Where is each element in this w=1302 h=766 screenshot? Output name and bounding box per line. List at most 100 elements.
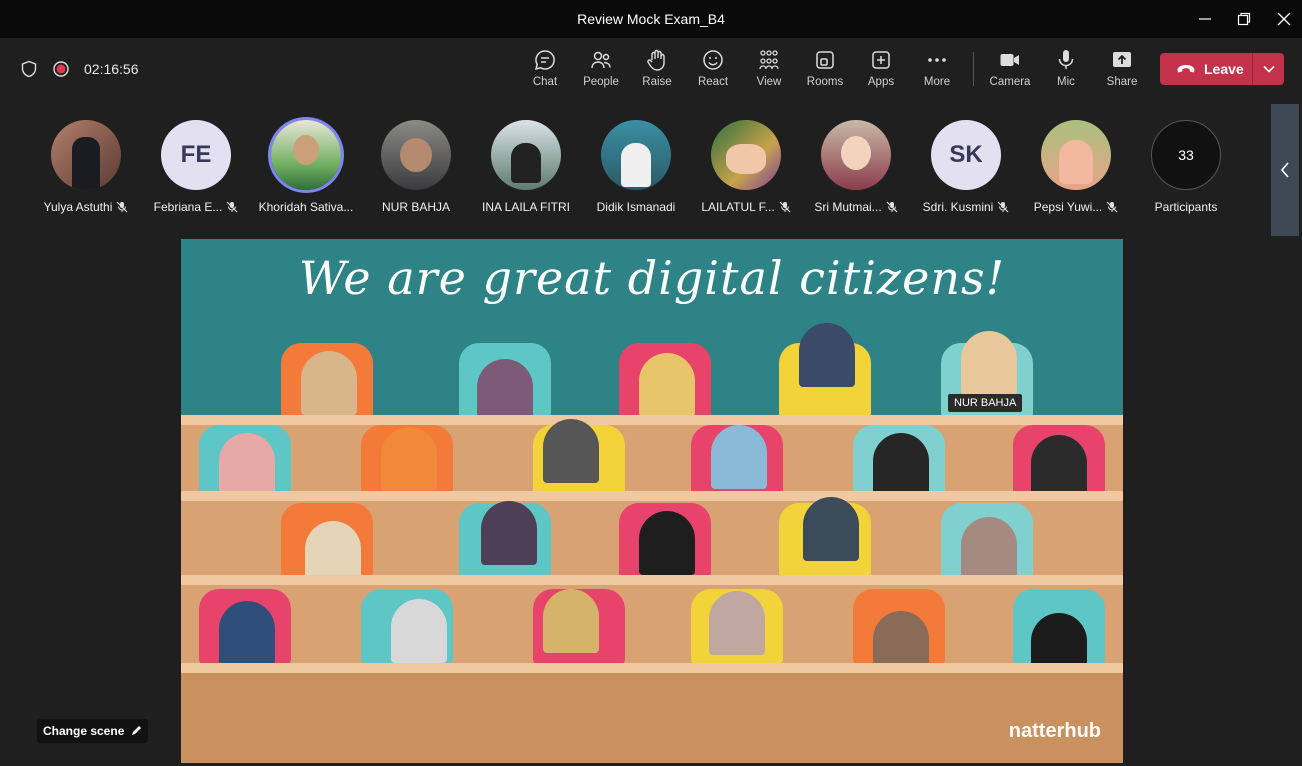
restore-icon: [1237, 12, 1251, 26]
participant-video: [477, 359, 533, 423]
close-button[interactable]: [1273, 8, 1295, 30]
participant-name: Didik Ismanadi: [596, 200, 676, 214]
camera-icon: [1000, 54, 1019, 66]
avatar: [271, 120, 341, 190]
bench-rail: [181, 663, 1123, 673]
chat-button[interactable]: Chat: [517, 48, 573, 96]
avatar: [1041, 120, 1111, 190]
view-button[interactable]: View: [741, 48, 797, 96]
participant-tile[interactable]: LAILATUL F...: [692, 120, 800, 214]
mic-icon: [1058, 50, 1074, 69]
hang-up-icon: [1177, 65, 1195, 73]
pencil-icon: [132, 726, 142, 735]
participant-strip: Yulya Astuthi FE Febriana E... Khoridah …: [0, 100, 1302, 240]
participant-tile[interactable]: FE Febriana E...: [142, 120, 250, 214]
avatar: [711, 120, 781, 190]
avatar: [821, 120, 891, 190]
participant-video: [543, 589, 599, 653]
bench-rail: [181, 575, 1123, 585]
meeting-timer: 02:16:56: [84, 61, 139, 77]
participant-tile[interactable]: Yulya Astuthi: [32, 120, 140, 214]
participant-video: [799, 323, 855, 387]
mic-off-icon: [779, 201, 791, 213]
participant-tile[interactable]: Pepsi Yuwi...: [1022, 120, 1130, 214]
participant-name: INA LAILA FITRI: [481, 200, 571, 214]
participant-video: [1031, 435, 1087, 499]
participant-name: NUR BAHJA: [381, 200, 450, 214]
strip-collapse-button[interactable]: [1271, 104, 1299, 236]
together-mode-stage: We are great digital citizens! NUR BAHJA…: [181, 239, 1123, 763]
participant-tile[interactable]: Didik Ismanadi: [582, 120, 690, 214]
participant-name: LAILATUL F...: [701, 200, 775, 214]
natterhub-logo: natterhub: [1008, 720, 1101, 742]
chevron-left-icon: [1280, 162, 1289, 178]
participant-tile[interactable]: NUR BAHJA: [362, 120, 470, 214]
change-scene-button[interactable]: Change scene: [37, 719, 149, 743]
more-button[interactable]: More: [909, 48, 965, 96]
close-icon: [1277, 12, 1291, 26]
title-bar: Review Mock Exam_B4: [0, 0, 1302, 38]
toolbar-divider: [973, 52, 974, 86]
people-icon: [591, 51, 611, 69]
meeting-toolbar: 02:16:56 Chat People Raise React View Ro…: [0, 38, 1302, 100]
participant-video: [711, 425, 767, 489]
view-icon: [759, 50, 779, 70]
avatar: [491, 120, 561, 190]
participant-name: Pepsi Yuwi...: [1033, 200, 1103, 214]
minimize-icon: [1199, 18, 1211, 20]
raise-hand-button[interactable]: Raise: [629, 48, 685, 96]
scene-headline: We are great digital citizens!: [298, 251, 1006, 305]
participant-tile[interactable]: Sri Mutmai...: [802, 120, 910, 214]
apps-button[interactable]: Apps: [853, 48, 909, 96]
avatar: SK: [931, 120, 1001, 190]
rooms-button[interactable]: Rooms: [797, 48, 853, 96]
mic-button[interactable]: Mic: [1038, 48, 1094, 96]
mic-off-icon: [226, 201, 238, 213]
participant-video: [709, 591, 765, 655]
participant-name: Febriana E...: [153, 200, 223, 214]
raise-hand-icon: [647, 49, 665, 71]
participant-name: Yulya Astuthi: [43, 200, 113, 214]
participant-tile[interactable]: INA LAILA FITRI: [472, 120, 580, 214]
avatar: [381, 120, 451, 190]
participant-name-tag: NUR BAHJA: [948, 394, 1023, 412]
leave-button[interactable]: Leave: [1160, 53, 1284, 85]
participant-video: [219, 433, 275, 497]
participant-tile[interactable]: Khoridah Sativa...: [252, 120, 360, 214]
participant-video: [639, 511, 695, 575]
maximize-button[interactable]: [1233, 8, 1255, 30]
people-button[interactable]: People: [573, 48, 629, 96]
change-scene-label: Change scene: [43, 724, 125, 738]
window-title: Review Mock Exam_B4: [577, 11, 725, 27]
recording-icon: [53, 61, 69, 77]
react-icon: [703, 50, 723, 70]
participant-video: [961, 331, 1017, 395]
avatar: [51, 120, 121, 190]
participant-tile[interactable]: SK Sdri. Kusmini: [912, 120, 1020, 214]
avatar: FE: [161, 120, 231, 190]
bench-rail: [181, 415, 1123, 425]
mic-off-icon: [997, 201, 1009, 213]
apps-icon: [872, 51, 890, 69]
participant-video: [873, 433, 929, 497]
participant-video: [219, 601, 275, 665]
camera-button[interactable]: Camera: [982, 48, 1038, 96]
leave-options-button[interactable]: [1252, 53, 1284, 85]
participant-name: Sdri. Kusmini: [922, 200, 994, 214]
mic-off-icon: [1106, 201, 1118, 213]
react-button[interactable]: React: [685, 48, 741, 96]
share-icon: [1113, 52, 1131, 67]
bench-tier: [181, 585, 1123, 671]
participants-button[interactable]: 33 Participants: [1132, 120, 1240, 214]
minimize-button[interactable]: [1194, 8, 1216, 30]
participant-video: [381, 427, 437, 491]
share-button[interactable]: Share: [1094, 48, 1150, 96]
participant-video: [391, 599, 447, 663]
more-icon: [928, 58, 946, 62]
rooms-icon: [816, 51, 834, 69]
participant-video: [481, 501, 537, 565]
participant-name: Khoridah Sativa...: [258, 200, 354, 214]
participant-video: [639, 353, 695, 417]
shield-icon[interactable]: [20, 60, 38, 78]
participant-video: [803, 497, 859, 561]
